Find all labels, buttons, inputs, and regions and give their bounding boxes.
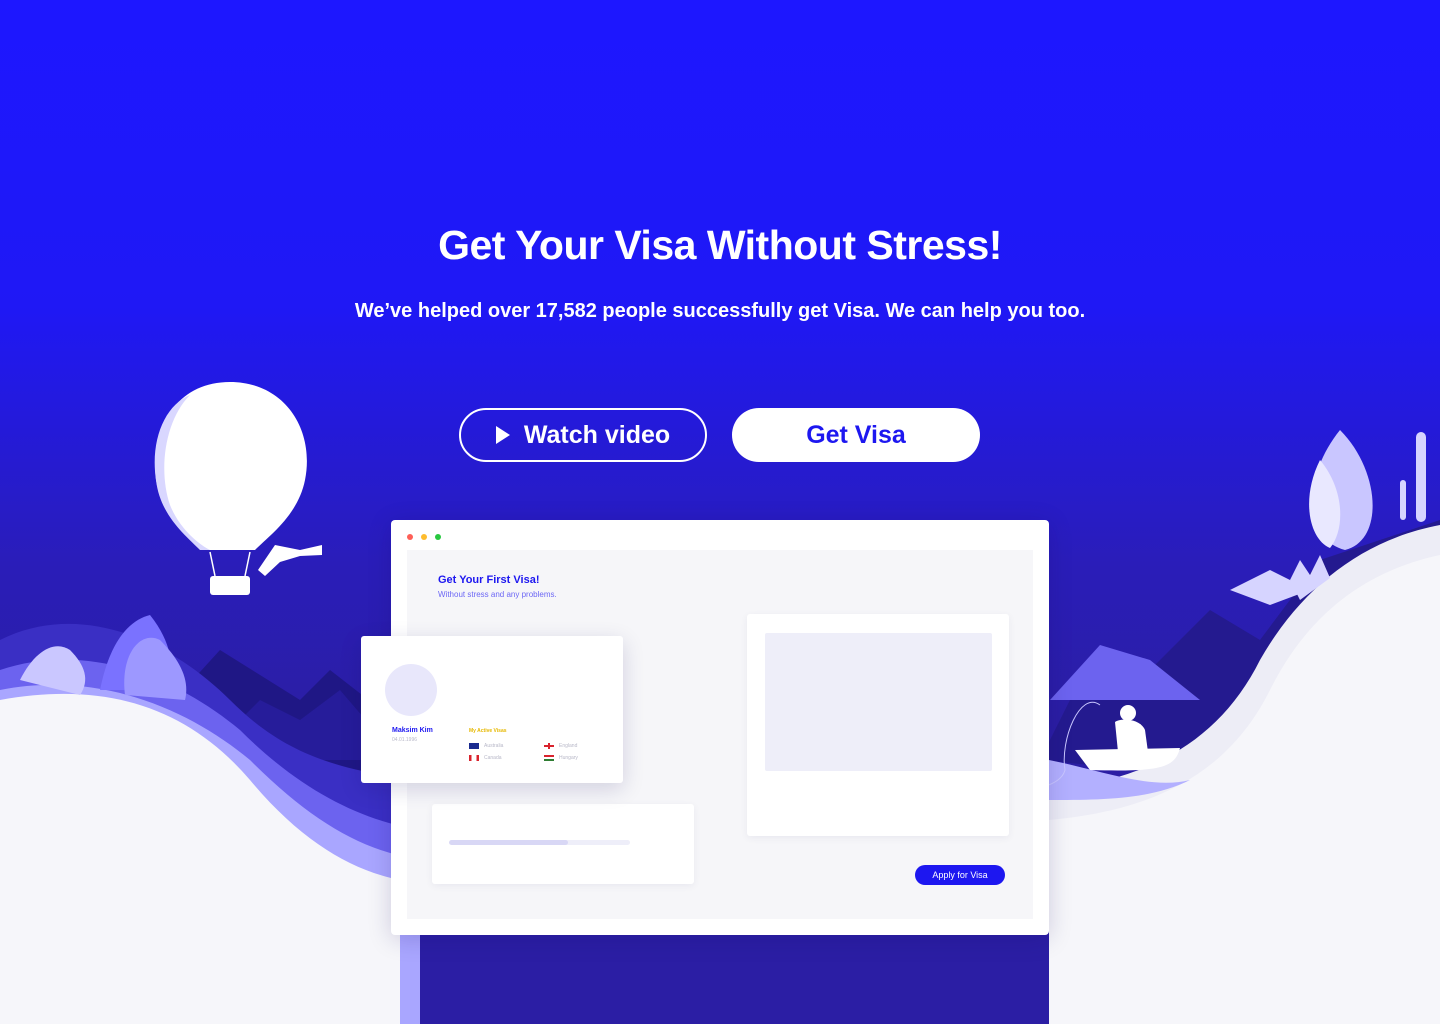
preview-title: Get Your First Visa! [438, 574, 540, 586]
window-controls [407, 534, 441, 540]
australia-flag-icon [469, 743, 479, 749]
hot-air-balloon-illustration [154, 382, 322, 595]
profile-date: 04.01.1996 [392, 737, 418, 743]
progress-fill [449, 840, 569, 845]
get-visa-label: Get Visa [806, 420, 906, 449]
maximize-dot-icon [435, 534, 441, 540]
profile-card: Maksim Kim 04.01.1996 My Active Visas Au… [361, 636, 623, 783]
visa-country: Hungary [559, 755, 578, 761]
apply-for-visa-button[interactable]: Apply for Visa [915, 865, 1005, 885]
progress-bar [449, 840, 630, 845]
hungary-flag-icon [544, 755, 554, 761]
visa-item: Hungary [544, 755, 578, 761]
england-flag-icon [544, 743, 554, 749]
visa-country: England [559, 743, 578, 749]
visa-item: England [544, 743, 577, 749]
media-placeholder [765, 633, 992, 771]
play-icon [495, 426, 510, 444]
visa-country: Australia [484, 743, 504, 749]
visa-item: Canada [469, 755, 502, 761]
watch-video-button[interactable]: Watch video [459, 408, 707, 462]
page-title: Get Your Visa Without Stress! [438, 222, 1002, 268]
minimize-dot-icon [421, 534, 427, 540]
profile-name: Maksim Kim [392, 727, 433, 734]
visa-item: Australia [469, 743, 503, 749]
visa-country: Canada [484, 755, 502, 761]
preview-subtitle: Without stress and any problems. [438, 590, 557, 599]
get-visa-button[interactable]: Get Visa [732, 408, 980, 462]
preview-progress-panel [432, 804, 694, 884]
avatar [385, 664, 437, 716]
watch-video-label: Watch video [523, 420, 671, 449]
page-subtitle: We’ve helped over 17,582 people successf… [354, 300, 1086, 322]
active-visas-label: My Active Visas [469, 728, 507, 734]
preview-media-panel [747, 614, 1009, 836]
close-dot-icon [407, 534, 413, 540]
canada-flag-icon [469, 755, 479, 761]
